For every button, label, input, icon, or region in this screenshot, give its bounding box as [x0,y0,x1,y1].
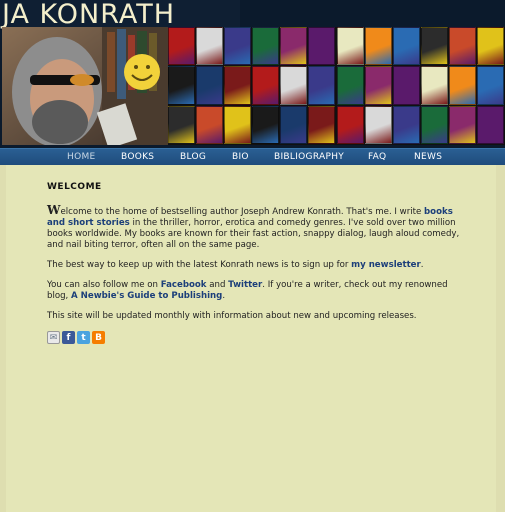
newsletter-text: The best way to keep up with the latest … [47,260,352,270]
blog-link[interactable]: A Newbie's Guide to Publishing [71,291,222,301]
book-cover [448,105,476,144]
book-cover [420,105,448,144]
book-cover [448,27,476,66]
social-text-mid: and [206,280,229,290]
book-cover [364,105,392,144]
nav-blog[interactable]: BLOG [180,151,206,163]
book-covers-collage [168,27,505,145]
book-cover [364,27,392,66]
book-cover [392,66,420,105]
intro-paragraph: Welcome to the home of bestselling autho… [47,203,465,251]
book-cover [448,66,476,105]
book-cover [224,66,252,105]
nav-faq[interactable]: FAQ [368,151,386,163]
book-cover [420,66,448,105]
book-cover [336,27,364,66]
main-nav: HOME BOOKS BLOG BIO BIBLIOGRAPHY FAQ NEW… [0,148,505,165]
book-cover [476,105,504,144]
header-banner: JA KONRATH [0,0,505,148]
author-photo [2,27,170,145]
site-title[interactable]: JA KONRATH [2,0,175,30]
book-cover [196,27,224,66]
book-cover [252,66,280,105]
nav-news[interactable]: NEWS [414,151,442,163]
newsletter-link[interactable]: my newsletter [351,260,421,270]
book-cover [196,66,224,105]
share-icons: ✉ f t B [47,331,465,344]
nav-bibliography[interactable]: BIBLIOGRAPHY [274,151,344,163]
email-icon[interactable]: ✉ [47,331,60,344]
newsletter-end: . [420,260,424,270]
page-heading: WELCOME [47,182,102,192]
nav-books[interactable]: BOOKS [121,151,154,163]
book-cover [196,105,224,144]
book-cover [280,105,308,144]
book-cover [308,105,336,144]
intro-text-a: elcome to the home of bestselling author… [60,207,425,217]
book-cover [364,66,392,105]
facebook-icon[interactable]: f [62,331,75,344]
book-cover [336,66,364,105]
book-cover [280,66,308,105]
facebook-link[interactable]: Facebook [161,280,207,290]
twitter-icon[interactable]: t [77,331,90,344]
book-cover [168,27,196,66]
book-cover [224,27,252,66]
book-cover [308,66,336,105]
book-cover [336,105,364,144]
book-cover [392,27,420,66]
main-content: WELCOME Welcome to the home of bestselli… [6,165,496,512]
book-cover [420,27,448,66]
book-cover [168,105,196,144]
drop-cap: W [47,203,61,217]
social-paragraph: You can also follow me on Facebook and T… [47,280,465,302]
newsletter-paragraph: The best way to keep up with the latest … [47,260,465,271]
book-cover [280,27,308,66]
social-text-c: . [222,291,226,301]
book-cover [224,105,252,144]
social-text-a: You can also follow me on [47,280,161,290]
book-cover [476,66,504,105]
update-paragraph: This site will be updated monthly with i… [47,311,417,321]
blogger-icon[interactable]: B [92,331,105,344]
book-cover [308,27,336,66]
book-cover [252,27,280,66]
book-cover [252,105,280,144]
book-cover [476,27,504,66]
nav-home[interactable]: HOME [67,151,96,163]
nav-bio[interactable]: BIO [232,151,249,163]
book-cover [168,66,196,105]
book-cover [392,105,420,144]
twitter-link[interactable]: Twitter [228,280,262,290]
